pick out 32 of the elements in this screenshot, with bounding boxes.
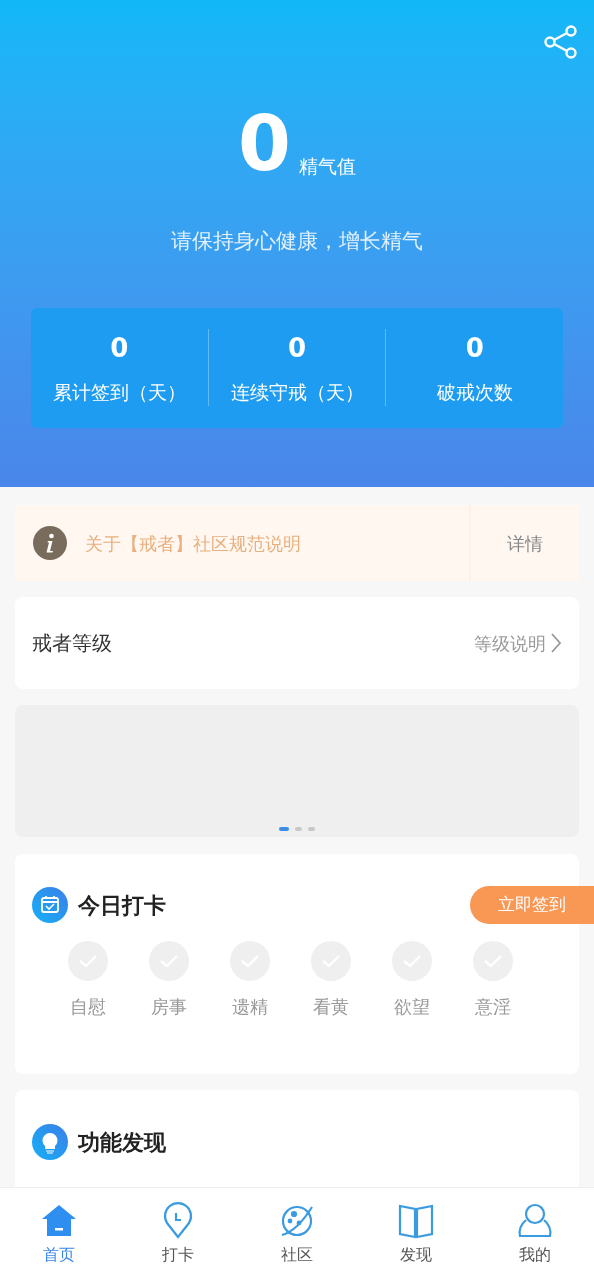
details-link[interactable]: 详情 [507,529,543,557]
tab-item[interactable]: 我的 [475,1201,594,1267]
checkin-label: 自慰 [70,995,106,1019]
checkin-label: 欲望 [394,995,430,1019]
share-icon[interactable] [543,24,579,60]
motto-text: 请保持身心健康，增长精气 [171,228,423,255]
level-card[interactable]: 戒者等级 等级说明 [15,597,579,689]
score-value: 0 [238,106,291,182]
info-icon [33,526,67,560]
features-title: 功能发现 [78,1128,166,1157]
stat-label: 累计签到（天） [52,379,186,405]
stat-label: 连续守戒（天） [230,379,364,405]
stat-label: 破戒次数 [436,379,513,405]
score-unit: 精气值 [298,153,356,179]
checkin-label: 房事 [151,995,187,1019]
stat-value: 0 [465,331,484,365]
stat-value: 0 [110,331,129,365]
notice-bar[interactable]: 关于【戒者】社区规范说明 详情 [15,505,579,581]
tab-item[interactable]: 首页 [0,1201,119,1267]
tab-item[interactable]: 打卡 [118,1201,238,1267]
notice-text: 关于【戒者】社区规范说明 [85,531,301,556]
chevron-right-icon [550,632,562,654]
checkin-label: 看黄 [313,995,349,1019]
stat-value: 0 [287,331,307,365]
checkin-title: 今日打卡 [78,891,166,920]
calendar-icon [32,887,68,923]
level-title: 戒者等级 [32,630,112,657]
tab-item[interactable]: 发现 [356,1201,476,1267]
tab-item[interactable]: 社区 [237,1201,357,1267]
lightbulb-icon [32,1124,68,1160]
checkin-label: 遗精 [232,995,268,1019]
checkin-label: 意淫 [475,995,511,1019]
